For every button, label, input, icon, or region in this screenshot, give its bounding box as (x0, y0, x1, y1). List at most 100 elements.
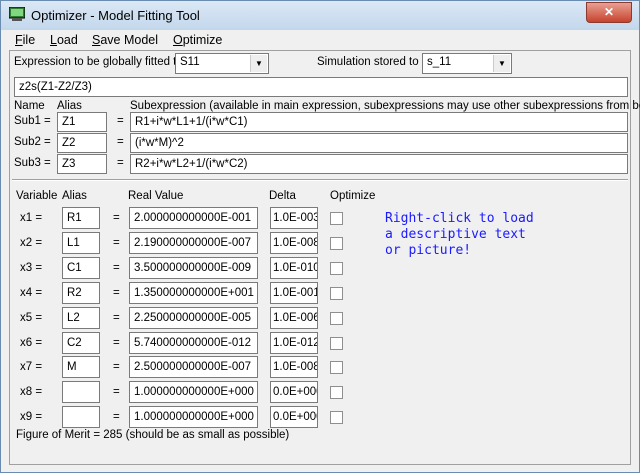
var-alias-input[interactable] (62, 406, 100, 429)
chevron-down-icon[interactable]: ▼ (250, 55, 267, 72)
var-delta-input[interactable]: 0.0E+000 (270, 406, 318, 429)
close-button[interactable]: ✕ (586, 2, 632, 23)
sub-expr-header: Subexpression (available in main express… (130, 100, 640, 112)
var-alias-input[interactable]: C2 (62, 331, 100, 354)
menu-load-hotkey: L (50, 33, 57, 47)
var-header-real: Real Value (128, 190, 184, 202)
var-value-input[interactable]: 3.500000000000E-009 (129, 256, 258, 279)
sub-expression-input[interactable]: (i*w*M)^2 (130, 133, 628, 153)
optimize-checkbox[interactable] (330, 411, 343, 425)
simulation-value: s_11 (427, 56, 452, 68)
equals-sign: = (113, 386, 120, 399)
var-value-input[interactable]: 5.740000000000E-012 (129, 331, 258, 354)
fit-label: Expression to be globally fitted to (14, 56, 183, 68)
var-alias-input[interactable]: C1 (62, 256, 100, 279)
var-alias-input[interactable]: M (62, 356, 100, 379)
sub-alias-input[interactable]: Z2 (57, 133, 107, 153)
equals-sign: = (113, 212, 120, 224)
optimize-checkbox[interactable] (330, 236, 343, 250)
var-delta-input[interactable]: 1.0E-010 (270, 256, 318, 279)
equals-sign: = (117, 157, 124, 169)
sub-alias-input[interactable]: Z3 (57, 154, 107, 174)
note-line: Right-click to load (385, 211, 534, 226)
equals-sign: = (117, 115, 124, 127)
sub-expression-input[interactable]: R2+i*w*L2+1/(i*w*C2) (130, 154, 628, 174)
note-line: a descriptive text (385, 227, 526, 242)
optimize-checkbox[interactable] (330, 311, 343, 325)
var-delta-input[interactable]: 1.0E-008 (270, 231, 318, 254)
fit-expression-select[interactable]: S11 ▼ (175, 53, 269, 74)
var-delta-input[interactable]: 1.0E-012 (270, 331, 318, 354)
equals-sign: = (113, 311, 120, 324)
var-name: x3 = (20, 261, 43, 274)
var-value-input[interactable]: 2.000000000000E-001 (129, 207, 258, 229)
figure-of-merit: Figure of Merit = 285 (should be as smal… (16, 429, 290, 441)
equals-sign: = (113, 336, 120, 349)
var-value-input[interactable]: 1.000000000000E+000 (129, 406, 258, 429)
optimize-checkbox[interactable] (330, 286, 343, 300)
var-header-variable: Variable (16, 190, 58, 202)
var-value-input[interactable]: 2.500000000000E-007 (129, 356, 258, 379)
menu-file[interactable]: File (15, 33, 35, 47)
var-name: x1 = (20, 212, 43, 224)
menu-file-rest: ile (22, 33, 36, 47)
equals-sign: = (113, 411, 120, 424)
menu-save-rest: ave Model (100, 33, 159, 47)
var-alias-input[interactable]: L2 (62, 306, 100, 329)
var-alias-input[interactable] (62, 381, 100, 404)
var-name: x5 = (20, 311, 43, 324)
menu-optimize[interactable]: Optimize (173, 33, 222, 47)
menu-optimize-rest: ptimize (182, 33, 223, 47)
menu-file-hotkey: F (15, 33, 23, 47)
note-line: or picture! (385, 243, 472, 258)
var-delta-input[interactable]: 1.0E-003 (270, 207, 318, 229)
var-delta-input[interactable]: 1.0E-006 (270, 306, 318, 329)
equals-sign: = (113, 286, 120, 299)
menu-bar: File Load Save Model Optimize (9, 30, 631, 50)
menu-load-rest: oad (56, 33, 78, 47)
sub-expression-input[interactable]: R1+i*w*L1+1/(i*w*C1) (130, 112, 628, 132)
simulation-select[interactable]: s_11 ▼ (422, 53, 512, 74)
var-value-input[interactable]: 2.250000000000E-005 (129, 306, 258, 329)
main-panel: Expression to be globally fitted to S11 … (9, 50, 640, 465)
sub-row-name: Sub3 = (14, 157, 51, 169)
var-header-alias: Alias (62, 190, 87, 202)
simulation-label: Simulation stored to (317, 56, 419, 68)
sub-row-name: Sub2 = (14, 136, 51, 148)
equals-sign: = (117, 136, 124, 148)
equals-sign: = (113, 261, 120, 274)
var-value-input[interactable]: 2.190000000000E-007 (129, 231, 258, 254)
var-delta-input[interactable]: 0.0E+000 (270, 381, 318, 404)
optimize-checkbox[interactable] (330, 212, 343, 225)
sub-row-name: Sub1 = (14, 115, 51, 127)
var-name: x9 = (20, 411, 43, 424)
var-value-input[interactable]: 1.350000000000E+001 (129, 281, 258, 304)
app-icon (9, 7, 25, 21)
menu-save-model[interactable]: Save Model (92, 33, 158, 47)
optimize-checkbox[interactable] (330, 361, 343, 375)
var-alias-input[interactable]: R1 (62, 207, 100, 229)
var-value-input[interactable]: 1.000000000000E+000 (129, 381, 258, 404)
optimize-checkbox[interactable] (330, 336, 343, 350)
var-alias-input[interactable]: L1 (62, 231, 100, 254)
var-name: x2 = (20, 236, 43, 249)
menu-optimize-hotkey: O (173, 33, 183, 47)
app-window: Optimizer - Model Fitting Tool ✕ File Lo… (0, 0, 640, 473)
window-title: Optimizer - Model Fitting Tool (31, 8, 200, 23)
var-name: x4 = (20, 286, 43, 299)
chevron-down-icon[interactable]: ▼ (493, 55, 510, 72)
description-area[interactable]: Right-click to load a descriptive text o… (385, 211, 534, 259)
var-alias-input[interactable]: R2 (62, 281, 100, 304)
main-expression-input[interactable]: z2s(Z1-Z2/Z3) (14, 77, 628, 97)
menu-load[interactable]: Load (50, 33, 78, 47)
var-delta-input[interactable]: 1.0E-008 (270, 356, 318, 379)
var-header-delta: Delta (269, 190, 296, 202)
var-name: x8 = (20, 386, 43, 399)
var-delta-input[interactable]: 1.0E-001 (270, 281, 318, 304)
optimize-checkbox[interactable] (330, 386, 343, 400)
equals-sign: = (113, 236, 120, 249)
sub-alias-input[interactable]: Z1 (57, 112, 107, 132)
optimize-checkbox[interactable] (330, 261, 343, 275)
sub-alias-header: Alias (57, 100, 82, 112)
title-bar[interactable]: Optimizer - Model Fitting Tool ✕ (1, 1, 639, 30)
